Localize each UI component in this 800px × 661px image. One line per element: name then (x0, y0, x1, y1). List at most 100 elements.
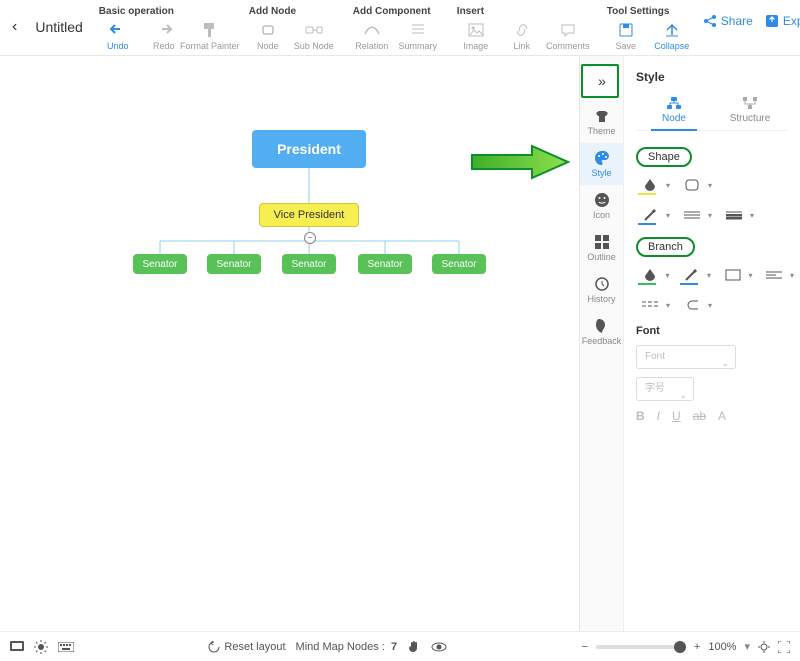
fullscreen-icon[interactable] (778, 641, 790, 653)
reset-icon (208, 641, 220, 653)
back-button[interactable]: ‹ (12, 18, 17, 36)
panel-title: Style (636, 70, 788, 84)
node-vice-president[interactable]: Vice President (259, 203, 359, 227)
node-count-label: Mind Map Nodes : 7 (296, 641, 398, 653)
export-button[interactable]: Export (765, 14, 800, 28)
font-size-select[interactable]: 字号⌄ (636, 377, 694, 401)
undo-button[interactable]: Undo (97, 21, 139, 51)
format-painter-icon (200, 21, 220, 39)
fit-icon[interactable] (758, 641, 770, 653)
reset-layout-button[interactable]: Reset layout (208, 641, 285, 653)
save-button[interactable]: Save (605, 21, 647, 51)
section-shape-label: Shape (636, 147, 692, 167)
node-button[interactable]: Node (247, 21, 289, 51)
collapse-toggle[interactable]: − (304, 232, 316, 244)
shape-picker[interactable]: ▾ (678, 175, 706, 195)
collapse-button[interactable]: Collapse (651, 21, 693, 51)
top-toolbar: ‹ Untitled Basic operationUndoRedoFormat… (0, 0, 800, 56)
node-senator-2[interactable]: Senator (207, 254, 261, 274)
document-title[interactable]: Untitled (35, 19, 82, 35)
outline-icon (594, 234, 610, 250)
section-branch-label: Branch (636, 237, 695, 257)
branch-style-a[interactable]: ▾ (636, 295, 664, 315)
collapse-icon (662, 21, 682, 39)
history-icon (594, 276, 610, 292)
tab-structure[interactable]: Structure (712, 96, 788, 130)
panel-subtabs: Node Structure (636, 96, 788, 131)
branch-style-b[interactable]: ▾ (678, 295, 706, 315)
font-color-button[interactable]: A (718, 409, 726, 423)
node-senator-3[interactable]: Senator (282, 254, 336, 274)
collapse-panel-button[interactable]: » (581, 64, 619, 98)
bold-button[interactable]: B (636, 409, 645, 423)
save-icon (616, 21, 636, 39)
border-width-picker[interactable]: ▾ (720, 205, 748, 225)
branch-fill-picker[interactable]: ▾ (636, 265, 664, 285)
brightness-icon[interactable] (34, 640, 48, 654)
zoom-value: 100% (708, 641, 736, 653)
icon-icon (594, 192, 610, 208)
section-font-label: Font (636, 325, 788, 337)
border-color-picker[interactable]: ▾ (636, 205, 664, 225)
status-bar: Reset layout Mind Map Nodes : 7 − + 100%… (0, 631, 800, 661)
node-senator-1[interactable]: Senator (133, 254, 187, 274)
link-icon (512, 21, 532, 39)
side-tab-style[interactable]: Style (580, 143, 624, 185)
share-button[interactable]: Share (703, 14, 753, 28)
presentation-icon[interactable] (10, 641, 24, 653)
node-icon (258, 21, 278, 39)
summary-button[interactable]: Summary (397, 21, 439, 51)
redo-icon (154, 21, 174, 39)
node-tab-icon (667, 97, 681, 109)
structure-tab-icon (743, 97, 757, 109)
side-tab-outline[interactable]: Outline (580, 227, 624, 269)
comments-icon (558, 21, 578, 39)
sub-node-button[interactable]: Sub Node (293, 21, 335, 51)
image-icon (466, 21, 486, 39)
export-icon (765, 14, 779, 28)
share-icon (703, 14, 717, 28)
side-tab-history[interactable]: History (580, 269, 624, 311)
eye-tool[interactable] (431, 642, 447, 652)
side-tab-theme[interactable]: Theme (580, 101, 624, 143)
side-tab-feedback[interactable]: Feedback (580, 311, 624, 353)
font-family-select[interactable]: Font⌄ (636, 345, 736, 369)
redo-button[interactable]: Redo (143, 21, 185, 51)
node-president[interactable]: President (252, 130, 366, 168)
image-button[interactable]: Image (455, 21, 497, 51)
side-tabs: ThemeStyleIconOutlineHistoryFeedback (580, 56, 624, 631)
canvas[interactable]: President Vice President − Senator Senat… (0, 56, 579, 631)
zoom-in[interactable]: + (694, 641, 700, 653)
branch-align-picker[interactable]: ▾ (761, 265, 789, 285)
node-senator-5[interactable]: Senator (432, 254, 486, 274)
underline-button[interactable]: U (672, 409, 681, 423)
link-button[interactable]: Link (501, 21, 543, 51)
branch-frame-picker[interactable]: ▾ (719, 265, 747, 285)
side-tab-icon[interactable]: Icon (580, 185, 624, 227)
strike-button[interactable]: ab (693, 409, 706, 423)
tab-node[interactable]: Node (636, 96, 712, 130)
zoom-slider[interactable] (596, 645, 686, 649)
zoom-out[interactable]: − (581, 641, 587, 653)
sub-node-icon (304, 21, 324, 39)
fill-color-picker[interactable]: ▾ (636, 175, 664, 195)
feedback-icon (594, 318, 610, 334)
theme-icon (594, 108, 610, 124)
annotation-arrow (470, 144, 570, 180)
right-panel: » ThemeStyleIconOutlineHistoryFeedback S… (579, 56, 800, 631)
italic-button[interactable]: I (657, 409, 660, 423)
zoom-menu[interactable]: ▾ (744, 640, 750, 653)
main-area: President Vice President − Senator Senat… (0, 56, 800, 631)
relation-button[interactable]: Relation (351, 21, 393, 51)
format-painter-button[interactable]: Format Painter (189, 21, 231, 51)
keyboard-icon[interactable] (58, 642, 74, 652)
border-style-picker[interactable]: ▾ (678, 205, 706, 225)
undo-icon (108, 21, 128, 39)
relation-icon (362, 21, 382, 39)
comments-button[interactable]: Comments (547, 21, 589, 51)
summary-icon (408, 21, 428, 39)
branch-line-color[interactable]: ▾ (678, 265, 706, 285)
node-senator-4[interactable]: Senator (358, 254, 412, 274)
style-icon (594, 150, 610, 166)
hand-tool[interactable] (407, 640, 421, 654)
